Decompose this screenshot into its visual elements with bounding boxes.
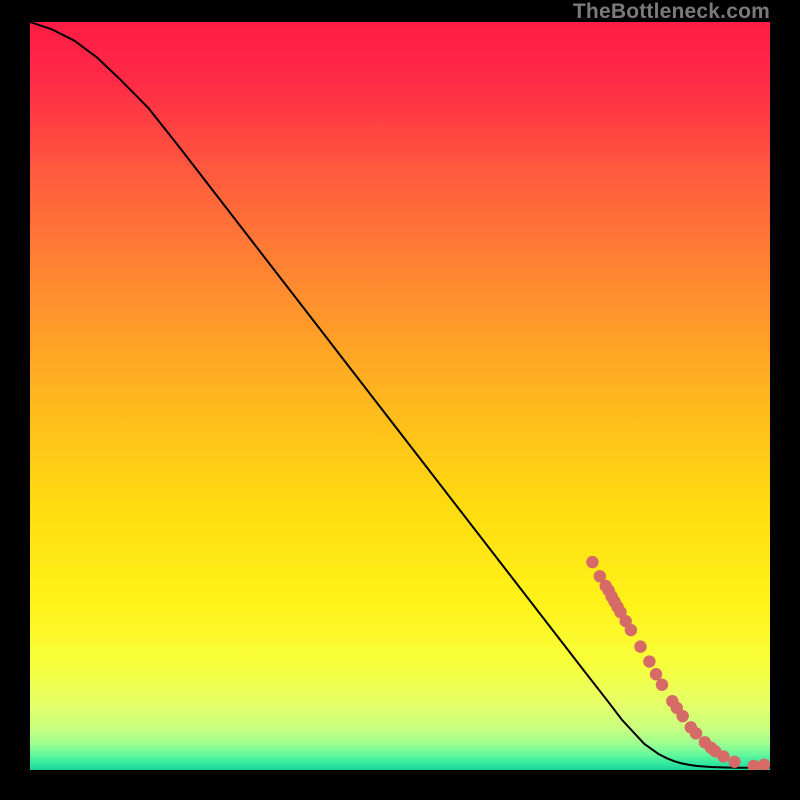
watermark-text: TheBottleneck.com [573,0,770,24]
chart-plot [30,22,770,770]
scatter-point [634,640,646,652]
scatter-point [728,756,740,768]
scatter-point [586,556,598,568]
scatter-point [676,710,688,722]
scatter-point [650,668,662,680]
scatter-point [656,679,668,691]
scatter-point [690,727,702,739]
chart-stage: TheBottleneck.com [0,0,800,800]
gradient-background [30,22,770,770]
scatter-point [625,624,637,636]
scatter-point [643,655,655,667]
scatter-point [717,750,729,762]
